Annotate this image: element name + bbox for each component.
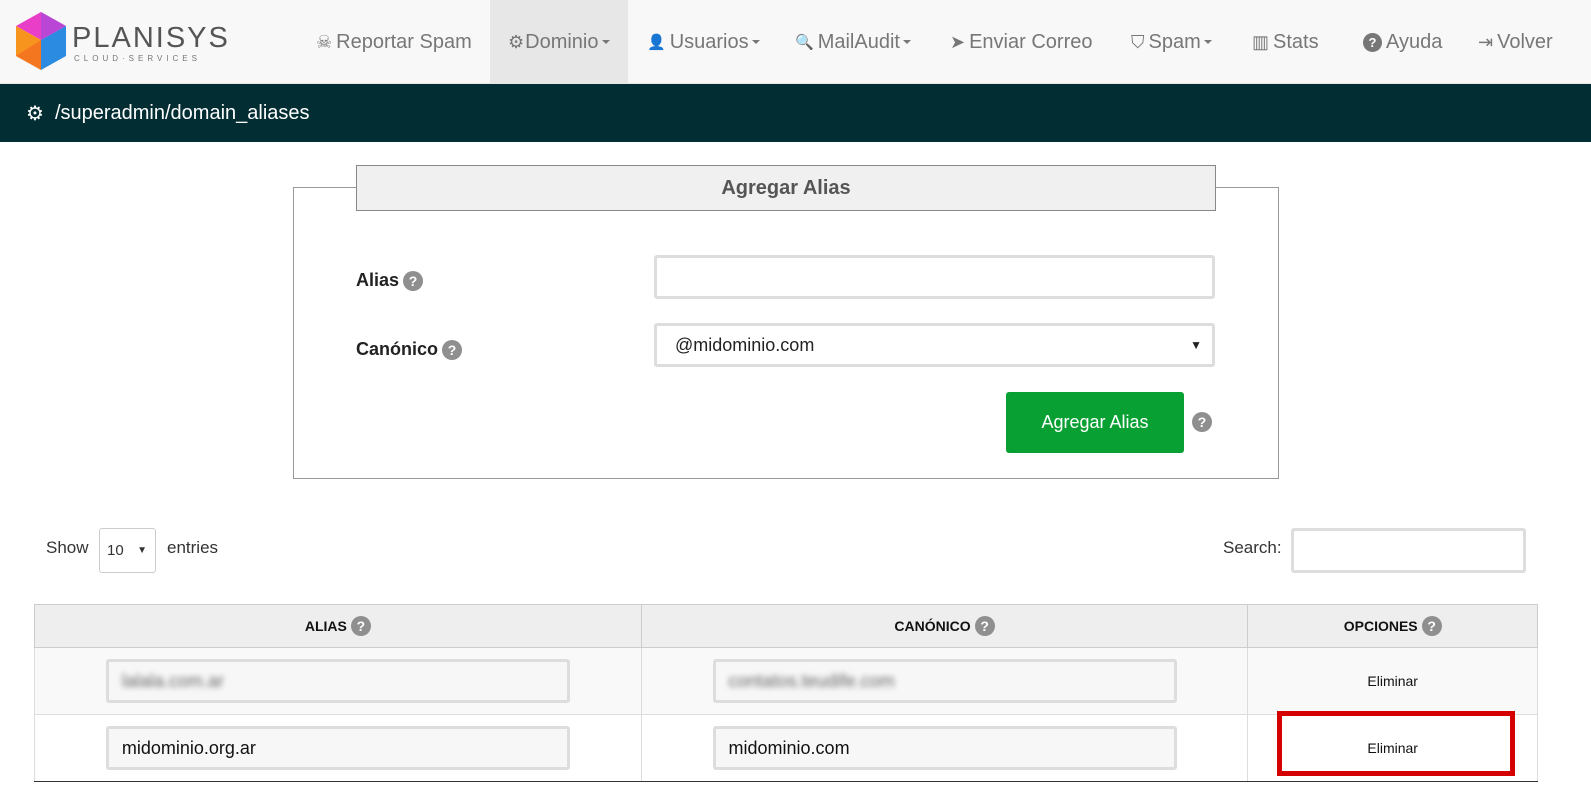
skull-crossbones-icon: ☠ [316,31,333,52]
brand-tagline: CLOUD·SERVICES [74,54,201,63]
nav-label: Stats [1273,30,1319,53]
alias-cell: lalala.com.ar [34,647,642,715]
question-circle-icon: ? [1363,32,1382,52]
alias-label-text: Alias [356,270,400,290]
nav-label: Enviar Correo [969,30,1093,53]
sign-in-icon: ⇥ [1478,31,1494,52]
page-length-value: 10 [107,542,124,559]
panel-title: Agregar Alias [356,165,1216,211]
column-header-opciones[interactable]: OPCIONES? [1247,604,1538,648]
paper-plane-icon: ➤ [950,31,966,52]
help-icon[interactable]: ? [974,616,995,636]
nav-reportar-spam[interactable]: ☠ Reportar Spam [316,0,472,84]
help-icon[interactable]: ? [442,339,463,360]
caret-down-icon [902,40,911,44]
help-icon[interactable]: ? [1192,412,1212,432]
gear-icon: ⚙ [508,31,525,52]
alias-input[interactable] [654,255,1215,299]
brand-logo[interactable]: PLANISYS CLOUD·SERVICES [14,10,228,72]
nav-mailaudit[interactable]: 🔍 MailAudit [795,0,911,84]
canonico-cell: contatos.teudife.com [640,647,1249,715]
cube-logo-icon [16,12,66,70]
alias-edit-field[interactable]: lalala.com.ar [105,659,570,703]
alias-cell: midominio.org.ar [34,714,642,782]
path-text: /superadmin/domain_aliases [54,101,310,124]
nav-label: Spam [1148,30,1201,53]
caret-down-icon [1203,40,1212,44]
user-icon: 👤 [647,34,666,51]
dropdown-arrow-icon: ▼ [1190,338,1202,352]
canonico-edit-field[interactable]: contatos.teudife.com [712,659,1177,703]
alias-value: lalala.com.ar [121,670,224,691]
eliminar-link[interactable]: Eliminar [1367,740,1418,756]
bar-chart-icon: ▥ [1252,31,1270,52]
nav-label: Ayuda [1386,30,1443,53]
aliases-table: ALIAS? CANÓNICO? OPCIONES? lalala.com.ar… [34,604,1538,782]
alias-edit-field[interactable]: midominio.org.ar [105,726,570,770]
help-icon[interactable]: ? [403,270,424,291]
nav-spam[interactable]: ⛉ Spam [1131,0,1212,84]
search-label: Search: [1223,538,1282,557]
nav-usuarios[interactable]: 👤 Usuarios [647,0,760,84]
nav-label: Volver [1497,30,1553,53]
header-label: CANÓNICO [894,618,971,634]
options-cell: Eliminar [1247,647,1538,715]
nav-label: MailAudit [817,30,900,53]
eliminar-link[interactable]: Eliminar [1367,673,1418,689]
canonico-select[interactable]: @midominio.com ▼ [654,323,1215,367]
show-label: Show [46,538,89,557]
help-icon[interactable]: ? [1421,616,1442,636]
table-header-row: ALIAS? CANÓNICO? OPCIONES? [34,604,1538,648]
options-cell: Eliminar [1247,714,1538,782]
header-label: ALIAS [304,618,347,634]
page-length-select[interactable]: 10 ▼ [99,528,156,573]
canonico-selected-value: @midominio.com [675,334,815,355]
add-alias-button[interactable]: Agregar Alias [1006,392,1184,453]
nav-stats[interactable]: ▥ Stats [1252,0,1319,84]
nav-enviar-correo[interactable]: ➤ Enviar Correo [950,0,1092,84]
help-icon[interactable]: ? [350,616,371,636]
nav-label: Reportar Spam [336,30,472,53]
canonico-value: contatos.teudife.com [728,670,895,691]
table-row: lalala.com.ar contatos.teudife.com Elimi… [34,647,1538,715]
canonico-label: Canónico ? [356,339,463,360]
header-label: OPCIONES [1343,618,1418,634]
nav-dominio[interactable]: ⚙ Dominio [490,0,628,84]
canonico-edit-field[interactable]: midominio.com [712,726,1177,770]
nav-label: Dominio [525,30,599,53]
column-header-alias[interactable]: ALIAS? [34,604,642,648]
caret-down-icon [751,40,760,44]
search-icon: 🔍 [795,34,814,51]
canonico-cell: midominio.com [640,714,1249,782]
caret-down-icon [601,40,610,44]
brand-name: PLANISYS [72,22,230,54]
entries-label: entries [167,538,219,557]
gear-icon: ⚙ [26,102,44,125]
shield-icon: ⛉ [1131,31,1145,52]
alias-label: Alias ? [356,270,424,291]
top-navbar: PLANISYS CLOUD·SERVICES ☠ Reportar Spam … [0,0,1591,84]
canonico-label-text: Canónico [356,339,439,359]
path-bar: ⚙ /superadmin/domain_aliases [0,84,1591,142]
nav-label: Usuarios [669,30,749,53]
dropdown-arrow-icon: ▼ [137,545,147,556]
search-input[interactable] [1291,528,1526,573]
nav-volver[interactable]: ⇥ Volver [1478,0,1553,84]
table-row: midominio.org.ar midominio.com Eliminar [34,714,1538,782]
column-header-canonico[interactable]: CANÓNICO? [640,604,1249,648]
nav-ayuda[interactable]: ? Ayuda [1363,0,1442,84]
